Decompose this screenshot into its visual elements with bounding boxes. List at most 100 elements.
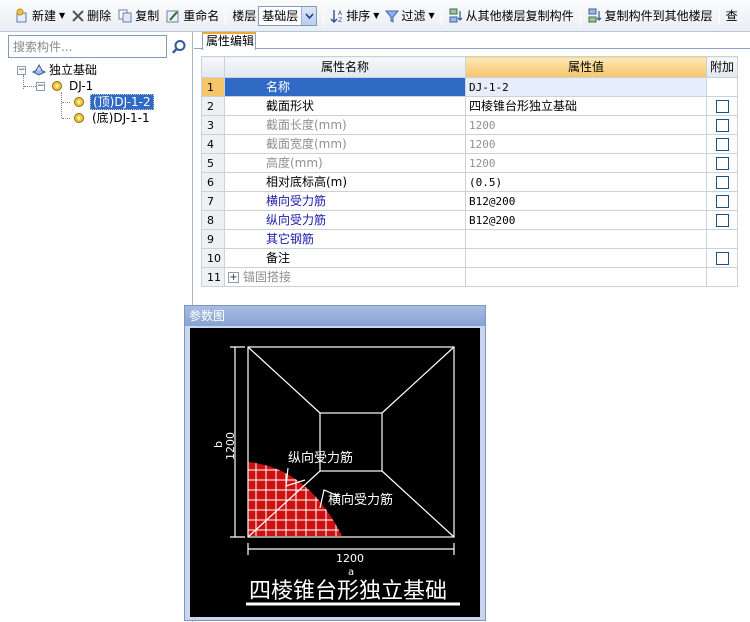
tree-item-group[interactable]: − DJ-1 xyxy=(36,78,95,94)
collapse-icon[interactable]: − xyxy=(17,65,26,75)
property-value-cell[interactable] xyxy=(465,248,707,268)
tree-item-child[interactable]: (底)DJ-1-1 xyxy=(72,110,152,126)
diagram-caption: 四棱锥台形独立基础 xyxy=(249,579,447,604)
property-name-cell[interactable]: 高度(mm) xyxy=(224,153,466,173)
property-name-cell[interactable]: 其它钢筋 xyxy=(224,229,466,249)
chevron-down-icon: ▼ xyxy=(373,11,380,20)
property-value-cell[interactable]: 1200 xyxy=(465,115,707,135)
extra-cell xyxy=(705,153,739,173)
property-name-cell[interactable]: 纵向受力筋 xyxy=(224,210,466,230)
table-row[interactable]: 8 纵向受力筋 B12@200 xyxy=(201,210,739,230)
property-value-cell[interactable] xyxy=(465,229,707,249)
table-row[interactable]: 10 备注 xyxy=(201,248,739,268)
property-name: 高度(mm) xyxy=(266,155,323,170)
row-number: 8 xyxy=(201,210,225,230)
column-header-name[interactable]: 属性名称 xyxy=(224,56,466,78)
toolbar-separator xyxy=(579,6,581,25)
expand-icon[interactable]: + xyxy=(228,271,239,283)
property-value-cell[interactable]: B12@200 xyxy=(465,191,707,211)
floor-label: 楼层 xyxy=(232,9,257,23)
property-name-cell[interactable]: 截面长度(mm) xyxy=(224,115,466,135)
chevron-down-icon: ▼ xyxy=(428,11,435,20)
tree-connector xyxy=(61,92,62,118)
gear-icon xyxy=(52,81,62,91)
copy-button[interactable]: 复制 xyxy=(114,5,162,27)
row-number: 4 xyxy=(201,134,225,154)
extra-checkbox[interactable] xyxy=(715,137,729,151)
property-name-cell[interactable]: 截面形状 xyxy=(224,96,466,116)
label-transverse-rebar: 横向受力筋 xyxy=(328,492,393,508)
table-row[interactable]: 7 横向受力筋 B12@200 xyxy=(201,191,739,211)
table-row[interactable]: 5 高度(mm) 1200 xyxy=(201,153,739,173)
extra-checkbox[interactable] xyxy=(715,194,729,208)
extra-checkbox[interactable] xyxy=(715,251,729,265)
rename-button[interactable]: 重命名 xyxy=(162,5,222,27)
table-row[interactable]: 11 + 锚固搭接 xyxy=(201,267,739,287)
extra-checkbox[interactable] xyxy=(715,118,729,132)
floor-combo[interactable]: 基础层 xyxy=(258,5,318,26)
dimension-a-letter: a xyxy=(348,567,354,578)
row-number: 9 xyxy=(201,229,225,249)
property-value-cell[interactable]: B12@200 xyxy=(465,210,707,230)
component-search-input[interactable]: 搜索构件... xyxy=(8,35,167,58)
search-button[interactable] xyxy=(168,36,189,57)
tree-item-child[interactable]: (顶)DJ-1-2 xyxy=(72,94,154,110)
property-name-cell[interactable]: 相对底标高(m) xyxy=(224,172,466,192)
property-name-cell[interactable]: 横向受力筋 xyxy=(224,191,466,211)
row-number: 3 xyxy=(201,115,225,135)
parameter-diagram-window: 参数图 b 1200 1200 a 纵向受力筋 横向受力筋 四棱锥台形独立基础 xyxy=(184,305,486,621)
tree-group-label: DJ-1 xyxy=(69,79,94,93)
table-row[interactable]: 2 截面形状 四棱锥台形独立基础 xyxy=(201,96,739,116)
extra-checkbox[interactable] xyxy=(715,156,729,170)
floor-dropdown-button[interactable] xyxy=(301,6,317,25)
filter-button[interactable]: 过滤 ▼ xyxy=(382,5,437,27)
parameter-window-title[interactable]: 参数图 xyxy=(185,306,485,326)
property-name-cell[interactable]: + 锚固搭接 xyxy=(224,267,466,287)
collapse-icon[interactable]: − xyxy=(36,81,45,91)
copy-to-floor-label: 复制构件到其他楼层 xyxy=(604,9,713,23)
property-name: 其它钢筋 xyxy=(266,231,315,246)
property-value-cell[interactable]: (0.5) xyxy=(465,172,707,192)
svg-text:Z: Z xyxy=(338,17,342,24)
table-row[interactable]: 4 截面宽度(mm) 1200 xyxy=(201,134,739,154)
property-value-cell[interactable]: DJ-1-2 xyxy=(465,77,707,97)
column-header-value[interactable]: 属性值 xyxy=(465,56,707,78)
new-button[interactable]: 新建 ▼ xyxy=(11,5,68,27)
find-button[interactable]: 查 xyxy=(723,5,741,27)
property-value-cell[interactable]: 1200 xyxy=(465,153,707,173)
copy-from-floor-button[interactable]: 从其他楼层复制构件 xyxy=(445,5,577,27)
extra-checkbox[interactable] xyxy=(715,213,729,227)
delete-button[interactable]: 删除 xyxy=(68,5,114,27)
toolbar-separator xyxy=(323,6,325,25)
copy-from-floor-label: 从其他楼层复制构件 xyxy=(465,9,574,23)
extra-cell xyxy=(705,96,739,116)
copy-from-floor-icon xyxy=(449,8,463,22)
filter-icon xyxy=(385,10,400,23)
property-value-cell[interactable]: 1200 xyxy=(465,134,707,154)
table-row[interactable]: 6 相对底标高(m) (0.5) xyxy=(201,172,739,192)
table-row[interactable]: 1 名称 DJ-1-2 xyxy=(201,77,739,97)
delete-label: 删除 xyxy=(87,9,112,23)
extra-cell xyxy=(705,134,739,154)
tree-child-label-selected: (顶)DJ-1-2 xyxy=(90,94,154,110)
extra-cell xyxy=(705,191,739,211)
grid-corner-header xyxy=(201,56,225,78)
property-name: 截面宽度(mm) xyxy=(266,136,347,151)
chevron-down-icon xyxy=(305,12,314,19)
extra-checkbox[interactable] xyxy=(715,175,729,189)
table-row[interactable]: 9 其它钢筋 xyxy=(201,229,739,249)
property-value-cell[interactable]: 四棱锥台形独立基础 xyxy=(465,96,707,116)
tree-item-root[interactable]: − 独立基础 xyxy=(17,62,99,78)
row-number: 11 xyxy=(201,267,225,287)
extra-checkbox[interactable] xyxy=(715,99,729,113)
property-name-cell[interactable]: 备注 xyxy=(224,248,466,268)
copy-label: 复制 xyxy=(135,9,160,23)
column-header-extra[interactable]: 附加 xyxy=(705,56,739,78)
property-name-cell[interactable]: 名称 xyxy=(224,77,466,97)
sort-button[interactable]: AZ 排序 ▼ xyxy=(327,5,382,27)
property-value-cell[interactable] xyxy=(465,267,707,287)
copy-to-floor-button[interactable]: 复制构件到其他楼层 xyxy=(584,5,716,27)
property-name-cell[interactable]: 截面宽度(mm) xyxy=(224,134,466,154)
tab-property-edit[interactable]: 属性编辑 xyxy=(202,32,256,50)
table-row[interactable]: 3 截面长度(mm) 1200 xyxy=(201,115,739,135)
